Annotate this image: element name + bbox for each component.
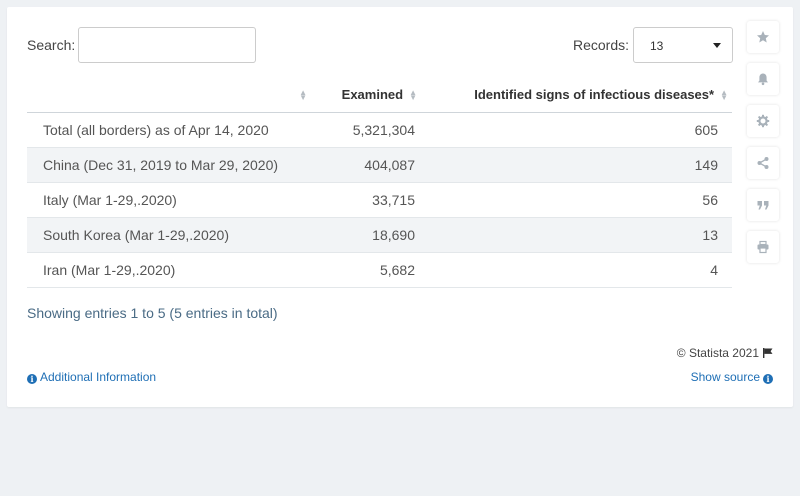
row-examined: 404,087 — [307, 147, 417, 183]
notification-button[interactable] — [747, 63, 779, 95]
records-selected-value: 13 — [650, 39, 664, 53]
table-header-row: ▲ ▼ Examined ▲ ▼ Identified signs of infect… — [27, 77, 732, 113]
row-name: Italy (Mar 1-29,.2020) — [27, 182, 307, 218]
cite-button[interactable] — [747, 189, 779, 221]
favorite-button[interactable] — [747, 21, 779, 53]
row-examined: 18,690 — [307, 217, 417, 253]
records-select[interactable]: 13 — [633, 27, 733, 63]
row-identified: 4 — [417, 252, 732, 288]
show-source-label: Show source — [690, 370, 760, 384]
quote-icon — [757, 201, 769, 210]
action-sidebar — [747, 21, 779, 273]
additional-information-link[interactable]: i Additional Information — [27, 370, 156, 384]
chevron-down-icon — [713, 43, 721, 48]
table-row: Italy (Mar 1-29,.2020) 33,715 56 — [27, 182, 732, 218]
row-examined: 33,715 — [307, 182, 417, 218]
table-row: Total (all borders) as of Apr 14, 2020 5… — [27, 112, 732, 148]
settings-button[interactable] — [747, 105, 779, 137]
show-source-link[interactable]: Show source i — [691, 370, 773, 384]
column-header-name[interactable]: ▲ ▼ — [27, 77, 307, 113]
statista-card: Search: Records: 13 ▲ ▼ Examined ▲ ▼ Identi… — [7, 7, 793, 407]
flag-icon[interactable] — [763, 348, 773, 358]
search-label: Search: — [27, 37, 76, 53]
row-name: China (Dec 31, 2019 to Mar 29, 2020) — [27, 147, 307, 183]
column-header-examined-label: Examined — [341, 86, 404, 102]
column-header-identified[interactable]: Identified signs of infectious diseases*… — [417, 77, 732, 113]
star-icon — [757, 31, 769, 43]
copyright: © Statista 2021 — [677, 346, 773, 360]
gear-icon — [756, 114, 770, 128]
table-row: Iran (Mar 1-29,.2020) 5,682 4 — [27, 252, 732, 288]
row-identified: 13 — [417, 217, 732, 253]
share-icon — [757, 157, 769, 169]
row-name: Total (all borders) as of Apr 14, 2020 — [27, 112, 307, 148]
records-label: Records: — [573, 37, 630, 53]
row-examined: 5,321,304 — [307, 112, 417, 148]
info-icon: i — [763, 374, 773, 384]
bell-icon — [758, 73, 768, 86]
row-identified: 56 — [417, 182, 732, 218]
row-name: South Korea (Mar 1-29,.2020) — [27, 217, 307, 253]
info-icon: i — [27, 374, 37, 384]
sort-icon: ▲ ▼ — [409, 88, 417, 103]
row-name: Iran (Mar 1-29,.2020) — [27, 252, 307, 288]
share-button[interactable] — [747, 147, 779, 179]
additional-information-label: Additional Information — [40, 370, 157, 384]
print-button[interactable] — [747, 231, 779, 263]
search-input[interactable] — [78, 27, 256, 63]
row-identified: 149 — [417, 147, 732, 183]
sort-icon: ▲ ▼ — [720, 88, 728, 103]
row-examined: 5,682 — [307, 252, 417, 288]
table-row: China (Dec 31, 2019 to Mar 29, 2020) 404… — [27, 147, 732, 183]
print-icon — [757, 240, 769, 254]
column-header-examined[interactable]: Examined ▲ ▼ — [307, 77, 417, 113]
table-row: South Korea (Mar 1-29,.2020) 18,690 13 — [27, 217, 732, 253]
column-header-identified-label: Identified signs of infectious diseases* — [474, 86, 715, 102]
copyright-text: © Statista 2021 — [676, 346, 759, 360]
sort-icon: ▲ ▼ — [299, 88, 307, 103]
entries-summary: Showing entries 1 to 5 (5 entries in tot… — [27, 305, 278, 321]
row-identified: 605 — [417, 112, 732, 148]
data-table: ▲ ▼ Examined ▲ ▼ Identified signs of infect… — [27, 77, 732, 288]
